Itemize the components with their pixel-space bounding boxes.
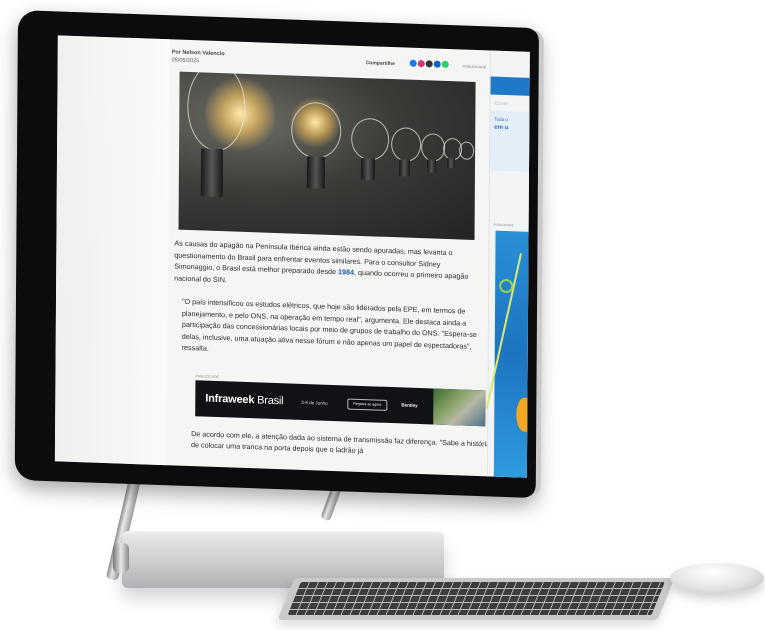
mouse: [670, 563, 764, 593]
facebook-icon[interactable]: [409, 59, 417, 67]
sidebar-ad-image[interactable]: [485, 230, 530, 478]
screen: Por Nelson Valencio 05/05/2025 Compartil…: [54, 35, 530, 478]
page-left-margin: [54, 35, 170, 466]
bulb-base: [446, 157, 456, 169]
map-line: [485, 253, 523, 409]
lightbulb-icon: [351, 117, 390, 161]
web-page[interactable]: Por Nelson Valencio 05/05/2025 Compartil…: [54, 35, 530, 478]
article-hero-image: [178, 71, 476, 240]
share-icons: [409, 59, 449, 69]
top-publicidade-label: PUBLICIDADE: [462, 64, 487, 70]
bulb-base: [426, 159, 437, 173]
monitor-hinge: [113, 543, 129, 573]
sidebar-card-line2: em u: [494, 124, 509, 132]
ad-date: 3-6 de Junho: [301, 399, 328, 406]
infraweek-ad-banner[interactable]: Infraweek Brasil 3-6 de Junho Registre-s…: [195, 380, 486, 427]
keyboard-keys: [287, 582, 665, 615]
whatsapp-icon[interactable]: [441, 60, 449, 69]
keyboard: [277, 578, 675, 620]
article-quote: "O país intensificou os estudos elétrico…: [181, 296, 477, 353]
ad-brand: Infraweek Brasil: [205, 393, 283, 408]
x-icon[interactable]: [425, 60, 433, 68]
linkedin-icon[interactable]: [433, 60, 441, 68]
article-author: Por Nelson Valencio: [171, 49, 225, 58]
map-marker-icon: [499, 278, 514, 294]
bulb-base: [398, 159, 411, 177]
instagram-icon[interactable]: [417, 59, 425, 68]
article-paragraph-1: As causas do apagão na Península Ibérica…: [174, 237, 480, 298]
lightbulb-icon: [391, 127, 422, 163]
desktop-scene: Por Nelson Valencio 05/05/2025 Compartil…: [0, 0, 765, 630]
sidebar-header-bar: [490, 76, 530, 96]
lightbulb-icon: [421, 133, 446, 162]
ad-image: [433, 388, 486, 427]
bulb-base: [200, 148, 224, 198]
bulb-base: [306, 156, 326, 189]
lightbulb-icon: [291, 101, 342, 160]
article-date: 05/05/2025: [171, 57, 200, 65]
sidebar-promo-card[interactable]: Todo o em u: [489, 110, 530, 172]
article-paragraph-3: De acordo com ele, a atenção dada ao sis…: [190, 429, 491, 456]
ad-sponsor-logo: Bentley: [401, 402, 418, 408]
sidebar-publicidade-label: PUBLICIDADE: [493, 222, 514, 228]
ad-label: PUBLICIDADE: [195, 374, 219, 380]
article-link-1984[interactable]: 1984: [338, 267, 354, 277]
lightbulb-icon: [459, 141, 475, 160]
bulb-base: [360, 157, 376, 181]
ad-brand-light: Brasil: [254, 394, 284, 408]
sidebar-card-line1: Todo o: [494, 116, 508, 123]
ad-register-button[interactable]: Registre-se agora: [347, 398, 388, 411]
share-label: Compartilhe: [365, 60, 395, 68]
monitor: Por Nelson Valencio 05/05/2025 Compartil…: [14, 10, 544, 499]
ad-brand-bold: Infraweek: [205, 392, 255, 407]
right-sidebar: Conte Todo o em u PUBLICIDADE: [485, 50, 530, 478]
